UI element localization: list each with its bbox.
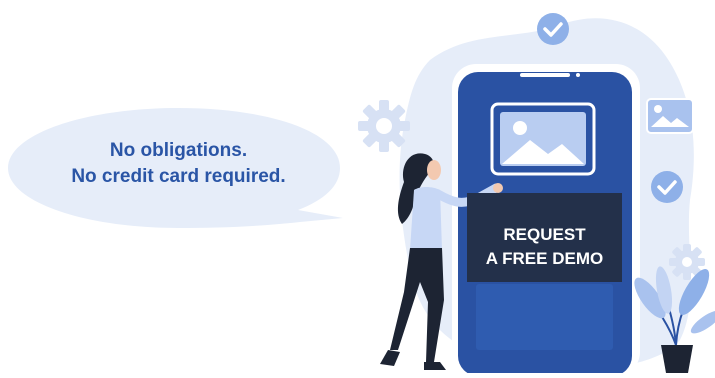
bubble-text: No obligations. No credit card required. (6, 138, 351, 190)
request-demo-line-2: A FREE DEMO (485, 248, 604, 268)
request-demo-line-1: REQUEST (503, 224, 586, 244)
gear-icon-left (358, 100, 410, 152)
check-circle-icon-top (537, 13, 569, 45)
bubble-line-1: No obligations. (109, 140, 248, 161)
check-circle-icon-right (651, 171, 683, 203)
speech-bubble: No obligations. No credit card required. (6, 108, 351, 228)
floating-image-icon (646, 98, 694, 134)
request-demo-button[interactable]: REQUEST A FREE DEMO (467, 193, 622, 282)
bubble-line-2: No credit card required. (71, 166, 286, 187)
